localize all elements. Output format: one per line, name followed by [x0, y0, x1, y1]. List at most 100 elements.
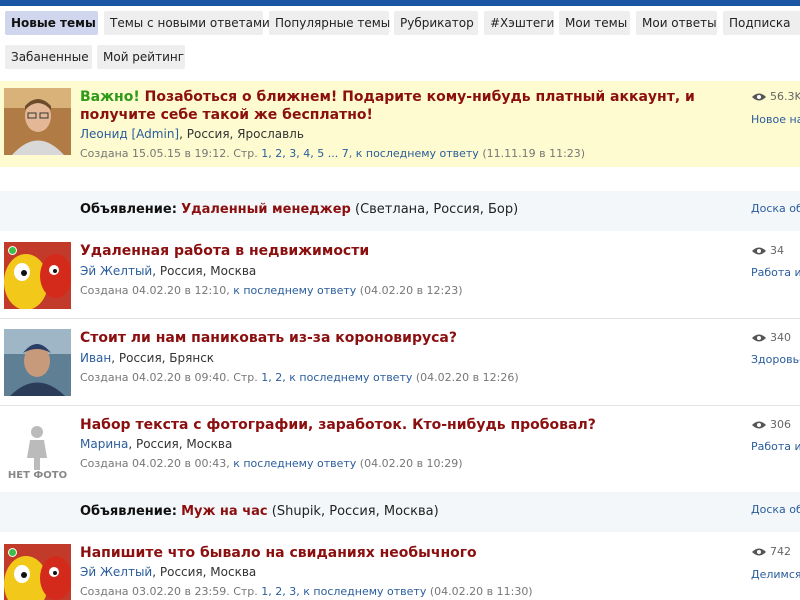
- tab-my-rating[interactable]: Мой рейтинг: [97, 45, 185, 69]
- avatar[interactable]: НЕТ ФОТО: [4, 416, 71, 483]
- author-link[interactable]: Эй Желтый: [80, 264, 152, 278]
- page-links[interactable]: 1, 2,: [261, 371, 286, 384]
- avatar-photo: [4, 88, 71, 155]
- view-count: 34: [752, 244, 784, 257]
- author-location: , Россия, Москва: [152, 565, 257, 579]
- category-link[interactable]: Доска об: [751, 202, 800, 215]
- topic-author: Иван, Россия, Брянск: [80, 351, 214, 365]
- avatar[interactable]: [4, 544, 71, 600]
- created-date: Создана 04.02.20 в 12:10,: [80, 284, 230, 297]
- topic-author: Эй Желтый, Россия, Москва: [80, 264, 256, 278]
- avatar[interactable]: [4, 242, 71, 309]
- important-label: Важно!: [80, 89, 140, 105]
- last-reply-link[interactable]: к последнему ответу: [356, 147, 479, 160]
- topic-title[interactable]: Стоит ли нам паниковать из-за короновиру…: [80, 329, 457, 347]
- topic-title[interactable]: Набор текста с фотографии, заработок. Кт…: [80, 416, 596, 434]
- author-location: , Россия, Москва: [128, 437, 233, 451]
- tab-subscriptions[interactable]: Подписка: [723, 11, 800, 35]
- last-reply-link[interactable]: к последнему ответу: [233, 284, 356, 297]
- view-count: 340: [752, 331, 791, 344]
- author-location: , Россия, Москва: [152, 264, 257, 278]
- author-link[interactable]: Эй Желтый: [80, 565, 152, 579]
- tab-banned[interactable]: Забаненные: [5, 45, 92, 69]
- created-date: Создана 04.02.20 в 00:43,: [80, 457, 230, 470]
- ad-row: Объявление: Удаленный менеджер (Светлана…: [0, 191, 800, 231]
- tab-my-topics[interactable]: Мои темы: [559, 11, 630, 35]
- ad-details: (Shupik, Россия, Москва): [271, 504, 439, 519]
- avatar-photo: [4, 329, 71, 396]
- topic-meta: Создана 04.02.20 в 12:10, к последнему о…: [80, 284, 463, 297]
- last-reply-date: (04.02.20 в 12:23): [359, 284, 463, 297]
- category-link[interactable]: Делимся: [751, 568, 800, 581]
- avatar[interactable]: [4, 88, 71, 155]
- ad-title: Объявление: Муж на час (Shupik, Россия, …: [80, 504, 439, 519]
- topic-title-text[interactable]: Позаботься о ближнем! Подарите кому-нибу…: [80, 89, 695, 123]
- tab-new-topics[interactable]: Новые темы: [5, 11, 98, 35]
- divider: [0, 318, 800, 319]
- category-link[interactable]: Работа и: [751, 266, 800, 279]
- last-reply-date: (04.02.20 в 12:26): [415, 371, 519, 384]
- topic-meta: Создана 03.02.20 в 23:59. Стр. 1, 2, 3, …: [80, 585, 533, 598]
- topic-row: Стоит ли нам паниковать из-за короновиру…: [0, 320, 800, 405]
- topic-author: Леонид [Admin], Россия, Ярославль: [80, 127, 304, 141]
- category-link[interactable]: Здоровье: [751, 353, 800, 366]
- author-link[interactable]: Леонид [Admin]: [80, 127, 179, 141]
- view-count-value: 56.3K: [770, 90, 800, 103]
- topic-meta: Создана 04.02.20 в 00:43, к последнему о…: [80, 457, 463, 470]
- author-link[interactable]: Иван: [80, 351, 111, 365]
- topic-row: Напишите что бывало на свиданиях необычн…: [0, 535, 800, 600]
- created-date: Создана 15.05.15 в 19:12.: [80, 147, 230, 160]
- pages-label: Стр.: [233, 585, 258, 598]
- category-link[interactable]: Новое на: [751, 113, 800, 126]
- topic-author: Эй Желтый, Россия, Москва: [80, 565, 256, 579]
- ad-row: Объявление: Муж на час (Shupik, Россия, …: [0, 492, 800, 532]
- last-reply-link[interactable]: к последнему ответу: [233, 457, 356, 470]
- eye-icon: [752, 421, 766, 429]
- tab-popular-topics[interactable]: Популярные темы: [269, 11, 390, 35]
- created-date: Создана 04.02.20 в 09:40.: [80, 371, 230, 384]
- ad-title: Объявление: Удаленный менеджер (Светлана…: [80, 202, 518, 217]
- top-accent-bar: [0, 0, 800, 6]
- avatar[interactable]: [4, 329, 71, 396]
- topic-row: Удаленная работа в недвижимости Эй Желты…: [0, 233, 800, 318]
- eye-icon: [752, 334, 766, 342]
- view-count-value: 34: [770, 244, 784, 257]
- tab-topics-with-new-replies[interactable]: Темы с новыми ответами: [104, 11, 270, 35]
- topic-meta: Создана 15.05.15 в 19:12. Стр. 1, 2, 3, …: [80, 147, 586, 160]
- pages-label: Стр.: [233, 371, 258, 384]
- tab-rubricator[interactable]: Рубрикатор: [394, 11, 478, 35]
- view-count-value: 306: [770, 418, 791, 431]
- topic-row: НЕТ ФОТО Набор текста с фотографии, зара…: [0, 407, 800, 492]
- online-indicator: [8, 548, 17, 557]
- tab-hashtags[interactable]: #Хэштеги: [484, 11, 554, 35]
- eye-icon: [752, 247, 766, 255]
- view-count: 306: [752, 418, 791, 431]
- last-reply-link[interactable]: к последнему ответу: [289, 371, 412, 384]
- ad-link[interactable]: Удаленный менеджер: [181, 202, 351, 217]
- topic-title[interactable]: Удаленная работа в недвижимости: [80, 242, 369, 260]
- tab-my-replies[interactable]: Мои ответы: [636, 11, 717, 35]
- pages-label: Стр.: [233, 147, 258, 160]
- topic-title[interactable]: Напишите что бывало на свиданиях необычн…: [80, 544, 477, 562]
- last-reply-date: (11.11.19 в 11:23): [482, 147, 586, 160]
- author-location: , Россия, Брянск: [111, 351, 215, 365]
- page-links[interactable]: 1, 2, 3,: [261, 585, 299, 598]
- topic-title[interactable]: Важно! Позаботься о ближнем! Подарите ко…: [80, 88, 735, 124]
- view-count-value: 742: [770, 545, 791, 558]
- ad-details: (Светлана, Россия, Бор): [355, 202, 519, 217]
- view-count: 56.3K: [752, 90, 800, 103]
- page-links[interactable]: 1, 2, 3, 4, 5 ... 7: [261, 147, 348, 160]
- category-link[interactable]: Работа и: [751, 440, 800, 453]
- last-reply-link[interactable]: к последнему ответу: [303, 585, 426, 598]
- view-count-value: 340: [770, 331, 791, 344]
- eye-icon: [752, 93, 766, 101]
- divider: [0, 405, 800, 406]
- ad-link[interactable]: Муж на час: [181, 504, 268, 519]
- last-reply-date: (04.02.20 в 11:30): [429, 585, 533, 598]
- topic-row-important: Важно! Позаботься о ближнем! Подарите ко…: [0, 81, 800, 167]
- created-date: Создана 03.02.20 в 23:59.: [80, 585, 230, 598]
- topic-author: Марина, Россия, Москва: [80, 437, 232, 451]
- author-link[interactable]: Марина: [80, 437, 128, 451]
- no-photo-label: НЕТ ФОТО: [7, 470, 68, 481]
- category-link[interactable]: Доска об: [751, 503, 800, 516]
